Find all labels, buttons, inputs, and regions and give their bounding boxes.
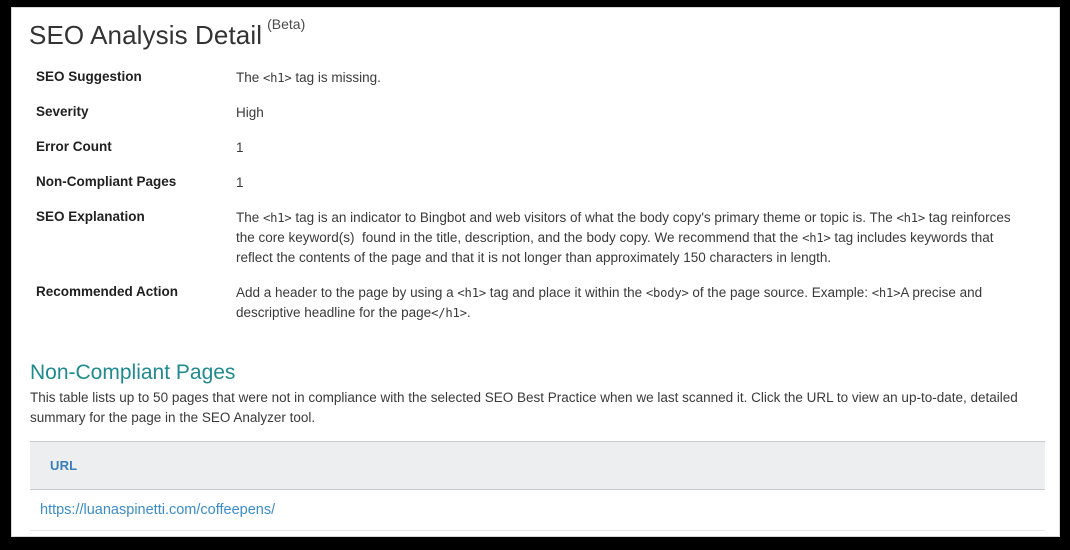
detail-value: Add a header to the page by using a <h1>…: [236, 285, 983, 320]
detail-label: SEO Suggestion: [36, 69, 142, 84]
table-row: https://luanaspinetti.com/coffeepens/: [30, 489, 1045, 531]
non-compliant-pages-section: Non-Compliant Pages This table lists up …: [12, 360, 1059, 427]
page-content: SEO Analysis Detail (Beta) SEO Suggestion…: [12, 8, 1059, 536]
table-body: https://luanaspinetti.com/coffeepens/: [30, 489, 1045, 531]
detail-value: The <h1> tag is missing.: [236, 70, 381, 85]
detail-row-non-compliant-pages: Non-Compliant Pages 1: [12, 173, 1059, 208]
detail-value: The <h1> tag is an indicator to Bingbot …: [236, 210, 1011, 265]
detail-row-recommended-action: Recommended Action Add a header to the p…: [12, 283, 1059, 333]
section-heading: Non-Compliant Pages: [30, 361, 236, 384]
detail-row-seo-suggestion: SEO Suggestion The <h1> tag is missing.: [12, 68, 1059, 103]
non-compliant-pages-table: URL https://luanaspinetti.com/coffeepens…: [30, 441, 1045, 531]
code-tag-body: <body>: [645, 286, 689, 300]
non-compliant-pages-table-wrapper: URL https://luanaspinetti.com/coffeepens…: [30, 441, 1045, 531]
page-title: SEO Analysis Detail: [29, 20, 263, 50]
page-title-block: SEO Analysis Detail (Beta): [29, 16, 305, 51]
detail-label: Error Count: [36, 139, 112, 154]
code-tag-h1: <h1>: [802, 231, 831, 245]
code-tag-h1: <h1>: [896, 211, 926, 225]
table-cell-url: https://luanaspinetti.com/coffeepens/: [30, 489, 1045, 531]
seo-detail-list: SEO Suggestion The <h1> tag is missing. …: [12, 68, 1059, 333]
beta-superscript-label: (Beta): [267, 16, 306, 32]
code-tag-h1: <h1>: [263, 211, 292, 225]
detail-value: 1: [236, 175, 244, 190]
detail-row-error-count: Error Count 1: [12, 138, 1059, 173]
detail-value: High: [236, 105, 264, 120]
screenshot-frame: SEO Analysis Detail (Beta) SEO Suggestion…: [0, 0, 1070, 550]
detail-label: Recommended Action: [36, 284, 179, 299]
code-tag-h1: <h1>: [263, 71, 292, 85]
section-description: This table lists up to 50 pages that wer…: [30, 390, 1018, 425]
detail-value: 1: [236, 140, 244, 155]
page-surface: SEO Analysis Detail (Beta) SEO Suggestion…: [11, 7, 1060, 537]
code-tag-h1-close: </h1>: [431, 306, 467, 320]
table-head: URL: [30, 441, 1045, 490]
detail-label: Non-Compliant Pages: [36, 174, 177, 189]
detail-row-severity: Severity High: [12, 103, 1059, 138]
detail-label: Severity: [36, 104, 89, 119]
code-tag-h1: <h1>: [457, 286, 486, 300]
column-header-url[interactable]: URL: [30, 441, 1045, 490]
detail-row-seo-explanation: SEO Explanation The <h1> tag is an indic…: [12, 208, 1059, 283]
page-url-link[interactable]: https://luanaspinetti.com/coffeepens/: [40, 502, 275, 518]
code-tag-h1: <h1>: [871, 286, 901, 300]
detail-label: SEO Explanation: [36, 209, 145, 224]
table-header-row: URL: [30, 441, 1045, 490]
